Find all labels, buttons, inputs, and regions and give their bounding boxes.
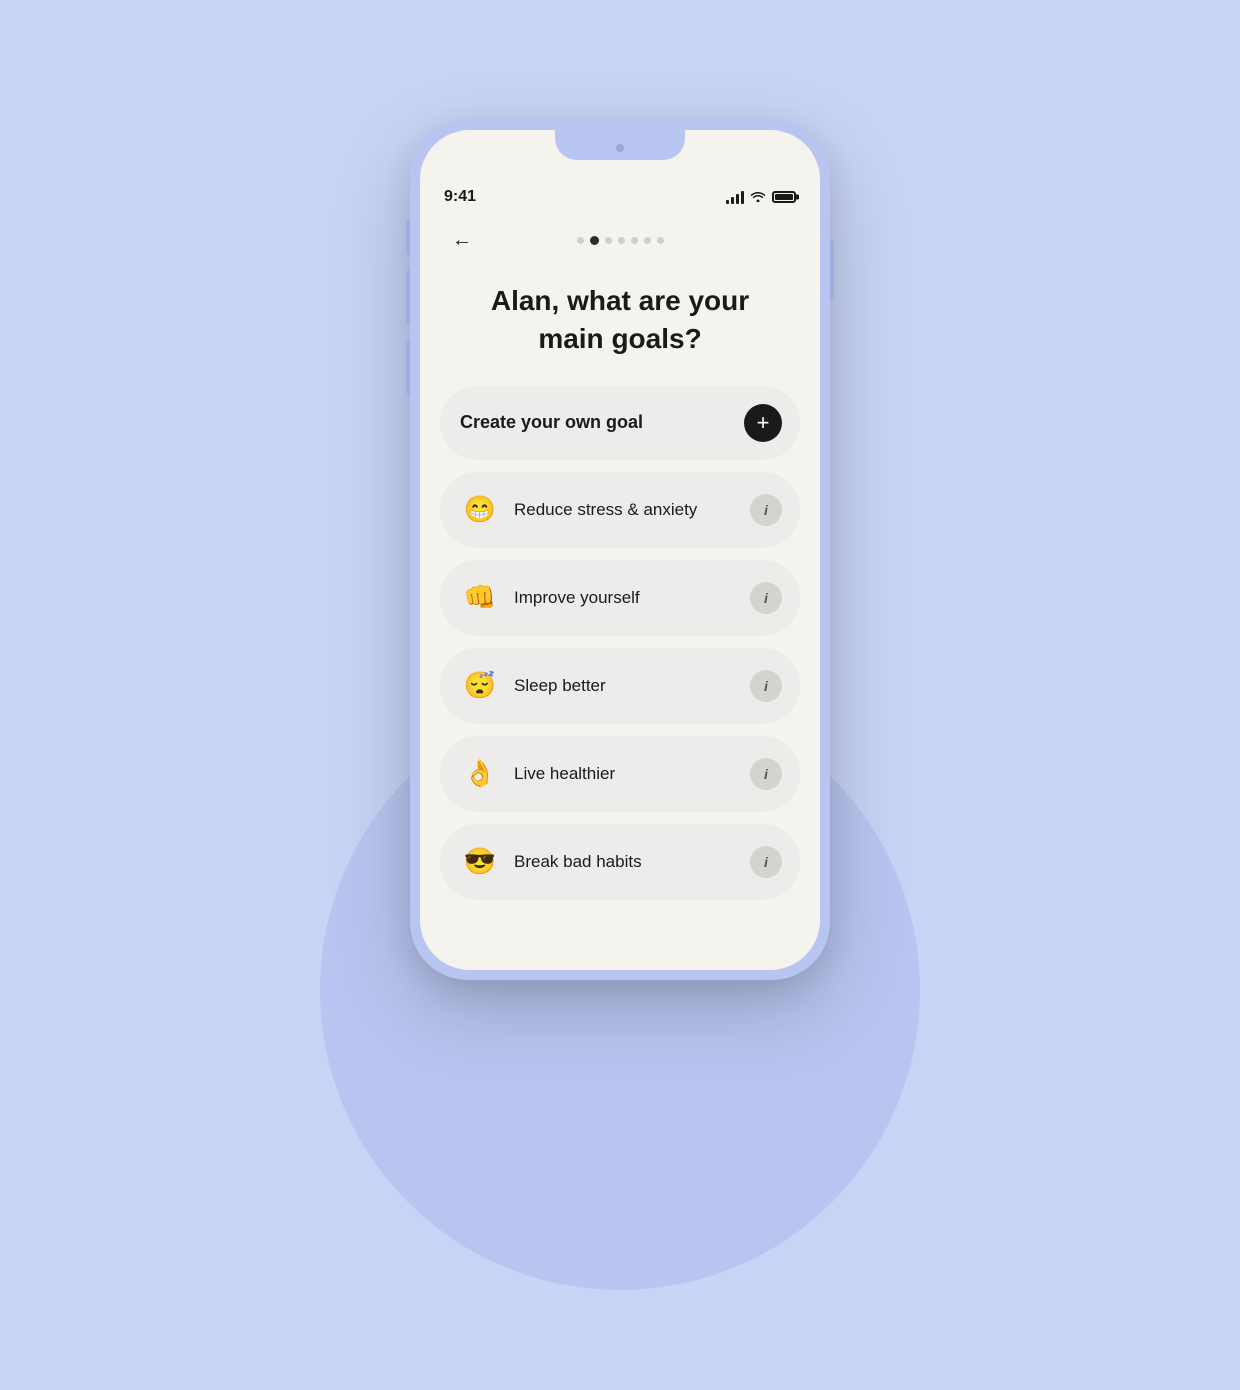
goal-label-create-own: Create your own goal xyxy=(460,411,744,434)
info-button-reduce-stress[interactable]: i xyxy=(750,494,782,526)
goal-emoji-break-bad-habits: 😎 xyxy=(460,842,500,882)
battery-fill xyxy=(775,194,793,200)
battery-icon xyxy=(772,191,796,203)
volume-down-button xyxy=(406,340,410,395)
page-title: Alan, what are yourmain goals? xyxy=(440,282,800,358)
goal-label-improve-yourself: Improve yourself xyxy=(514,587,750,609)
dot-6 xyxy=(644,237,651,244)
phone-screen: 9:41 xyxy=(420,130,820,970)
signal-icon xyxy=(726,190,744,204)
phone-mockup: 9:41 xyxy=(410,120,830,1270)
goal-label-reduce-stress: Reduce stress & anxiety xyxy=(514,499,750,521)
signal-bar-1 xyxy=(726,200,729,204)
status-bar: 9:41 xyxy=(420,180,820,210)
dot-5 xyxy=(631,237,638,244)
mute-button xyxy=(406,220,410,255)
goal-list: Create your own goal + 😁 Reduce stress &… xyxy=(440,386,800,900)
main-content: ← Alan, what are yourmain goals? xyxy=(420,210,820,970)
nav-row: ← xyxy=(440,210,800,266)
goal-item-live-healthier[interactable]: 👌 Live healthier i xyxy=(440,736,800,812)
back-arrow-icon: ← xyxy=(452,230,472,250)
goal-label-live-healthier: Live healthier xyxy=(514,763,750,785)
dot-2-active xyxy=(590,236,599,245)
dot-4 xyxy=(618,237,625,244)
notch xyxy=(555,130,685,160)
dot-3 xyxy=(605,237,612,244)
info-button-break-bad-habits[interactable]: i xyxy=(750,846,782,878)
goal-emoji-reduce-stress: 😁 xyxy=(460,490,500,530)
goal-label-sleep-better: Sleep better xyxy=(514,675,750,697)
goal-label-break-bad-habits: Break bad habits xyxy=(514,851,750,873)
goal-item-create-own[interactable]: Create your own goal + xyxy=(440,386,800,460)
signal-bar-2 xyxy=(731,197,734,204)
dot-7 xyxy=(657,237,664,244)
power-button xyxy=(830,240,834,300)
goal-item-sleep-better[interactable]: 😴 Sleep better i xyxy=(440,648,800,724)
progress-dots xyxy=(480,236,760,245)
signal-bar-3 xyxy=(736,194,739,204)
info-button-improve-yourself[interactable]: i xyxy=(750,582,782,614)
notch-area xyxy=(420,130,820,180)
camera-dot xyxy=(616,144,624,152)
signal-bar-4 xyxy=(741,191,744,204)
phone-shell: 9:41 xyxy=(410,120,830,980)
goal-emoji-improve-yourself: 👊 xyxy=(460,578,500,618)
dot-1 xyxy=(577,237,584,244)
add-goal-button[interactable]: + xyxy=(744,404,782,442)
volume-up-button xyxy=(406,270,410,325)
goal-item-break-bad-habits[interactable]: 😎 Break bad habits i xyxy=(440,824,800,900)
goal-item-reduce-stress[interactable]: 😁 Reduce stress & anxiety i xyxy=(440,472,800,548)
info-button-live-healthier[interactable]: i xyxy=(750,758,782,790)
back-button[interactable]: ← xyxy=(444,222,480,258)
wifi-icon xyxy=(750,190,766,205)
goal-item-improve-yourself[interactable]: 👊 Improve yourself i xyxy=(440,560,800,636)
goal-emoji-live-healthier: 👌 xyxy=(460,754,500,794)
info-button-sleep-better[interactable]: i xyxy=(750,670,782,702)
status-icons xyxy=(726,190,796,205)
goal-emoji-sleep-better: 😴 xyxy=(460,666,500,706)
status-time: 9:41 xyxy=(444,188,476,206)
